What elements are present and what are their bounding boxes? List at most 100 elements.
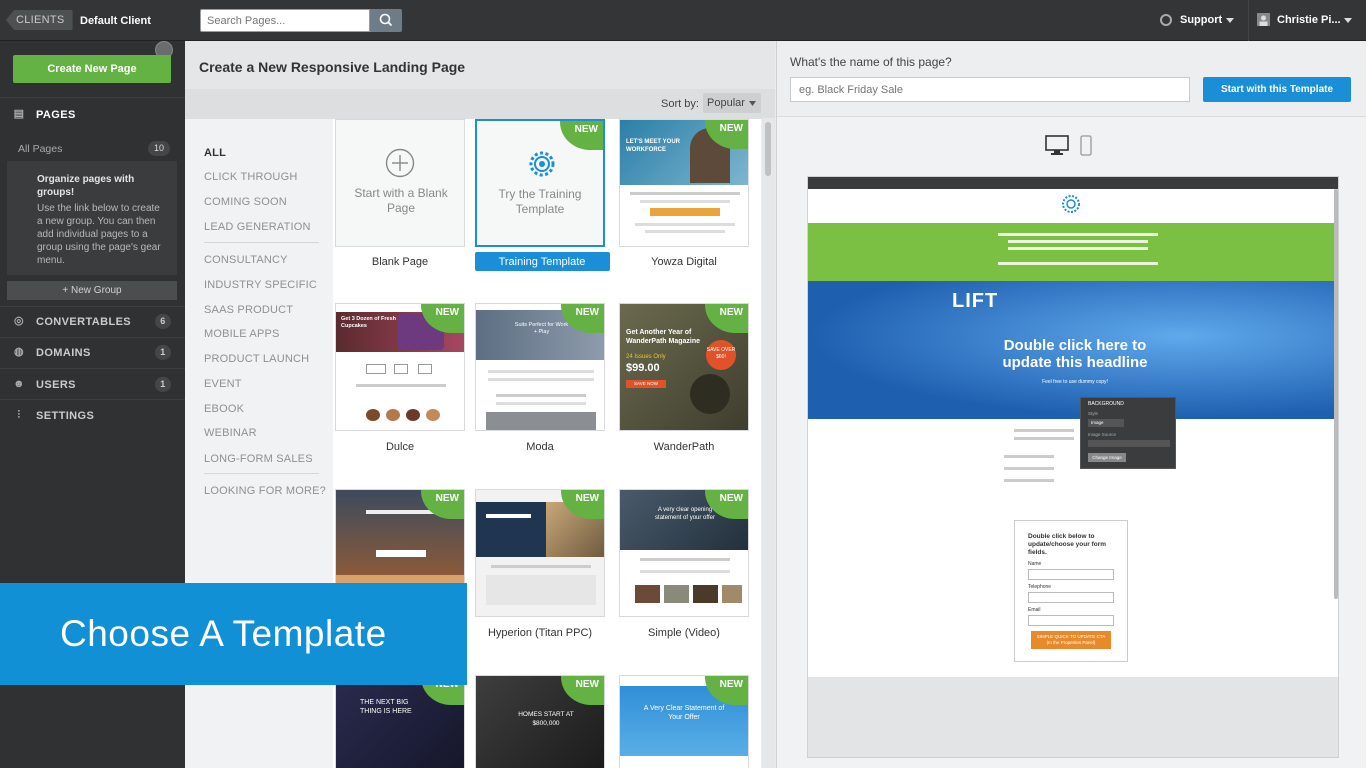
search-button[interactable] — [370, 9, 402, 32]
start-with-template-button[interactable]: Start with this Template — [1203, 77, 1351, 102]
template-row4-col1[interactable]: THE NEXT BIG THING IS HERE NEW — [335, 675, 465, 768]
clients-button[interactable]: CLIENTS — [6, 10, 73, 30]
globe-icon: ◍ — [14, 346, 24, 358]
template-name: Yowza Digital — [651, 256, 717, 268]
template-name: Dulce — [385, 441, 415, 453]
template-simple-video[interactable]: A very clear opening statement of your o… — [619, 489, 749, 617]
template-blank-page[interactable]: Start with a Blank Page — [335, 119, 465, 247]
template-name: Blank Page — [371, 256, 429, 268]
wander-thumb-sub: 24 Issues Only — [626, 354, 666, 360]
new-group-button[interactable]: + New Group — [7, 281, 177, 300]
panel-title: BACKGROUND — [1088, 401, 1124, 407]
category-industry-specific[interactable]: INDUSTRY SPECIFIC — [204, 279, 317, 291]
category-divider — [204, 473, 319, 474]
groups-text: Use the link below to create a new group… — [37, 203, 161, 266]
template-name: Simple (Video) — [648, 627, 720, 639]
preview-panel: What's the name of this page? Start with… — [776, 41, 1366, 768]
category-divider — [204, 242, 319, 243]
blank-page-text: Start with a Blank Page — [354, 186, 448, 215]
groups-title: Organize pages with groups! — [37, 174, 135, 198]
category-click-through[interactable]: CLICK THROUGH — [204, 171, 297, 183]
category-all[interactable]: ALL — [204, 147, 226, 159]
user-avatar-icon — [1257, 13, 1270, 26]
wander-thumb-save: SAVE OVER $60! — [706, 340, 736, 370]
category-coming-soon[interactable]: COMING SOON — [204, 196, 287, 208]
template-hyperion[interactable]: NEW — [475, 489, 605, 617]
simple-thumb-title: A very clear opening statement of your o… — [655, 507, 715, 521]
sidebar-item-label: SETTINGS — [36, 410, 95, 422]
category-consultancy[interactable]: CONSULTANCY — [204, 254, 288, 266]
yowza-thumb-title: LET'S MEET YOUR WORKFORCE — [626, 139, 680, 153]
category-mobile-apps[interactable]: MOBILE APPS — [204, 328, 280, 340]
template-wanderpath[interactable]: Get Another Year of WanderPath Magazine … — [619, 303, 749, 431]
category-event[interactable]: EVENT — [204, 378, 242, 390]
sidebar-item-all-pages[interactable]: All Pages 10 — [7, 137, 177, 159]
category-lead-generation[interactable]: LEAD GENERATION — [204, 221, 311, 233]
panel-style-label: Style — [1088, 411, 1099, 416]
sort-value: Popular — [707, 97, 745, 109]
form-cta: SIMPLE QUICK TO UPDATE CTA (In the Prope… — [1031, 631, 1111, 649]
groups-info-box: Organize pages with groups! Use the link… — [7, 161, 177, 275]
homes-thumb-title: HOMES START AT $800,000 — [518, 711, 574, 727]
sort-label: Sort by: — [661, 98, 699, 110]
sidebar-item-users[interactable]: ☻ USERS 1 — [0, 369, 185, 399]
sidebar-item-label: PAGES — [36, 109, 76, 121]
chevron-down-icon — [1344, 18, 1352, 23]
category-saas-product[interactable]: SAAS PRODUCT — [204, 304, 293, 316]
panel-style-value: Image — [1088, 419, 1124, 427]
category-looking-for-more[interactable]: LOOKING FOR MORE? — [204, 485, 326, 497]
page-name-bar: What's the name of this page? Start with… — [777, 41, 1366, 117]
category-long-form-sales[interactable]: LONG-FORM SALES — [204, 453, 313, 465]
sidebar-item-convertables[interactable]: ◎ CONVERTABLES 6 — [0, 306, 185, 336]
user-name: Christie Pi... — [1277, 14, 1341, 26]
scroll-thumb[interactable] — [765, 122, 771, 176]
top-bar: CLIENTS Default Client Support Christie … — [0, 0, 1366, 41]
template-dulce[interactable]: Get 3 Dozen of Fresh Cupcakes NEW — [335, 303, 465, 431]
template-moda[interactable]: Suits Perfect for Work + Play NEW — [475, 303, 605, 431]
page-name-input[interactable] — [790, 77, 1190, 102]
form-phone-label: Telephone — [1028, 584, 1052, 590]
support-icon — [1160, 14, 1172, 26]
sidebar-item-label: DOMAINS — [36, 347, 91, 359]
search-input[interactable] — [200, 9, 370, 32]
form-cta-sub: (In the Properties Panel) — [1046, 640, 1096, 645]
page-name-question: What's the name of this page? — [790, 55, 952, 69]
form-email-label: Email — [1028, 607, 1041, 613]
template-yowza-digital[interactable]: LET'S MEET YOUR WORKFORCE NEW — [619, 119, 749, 247]
training-text: Try the Training Template — [498, 187, 582, 216]
user-menu[interactable]: Christie Pi... — [1257, 0, 1357, 41]
template-name: Moda — [526, 441, 554, 453]
mobile-icon[interactable] — [1080, 135, 1092, 156]
desktop-icon[interactable] — [1045, 135, 1069, 156]
wander-thumb-title: Get Another Year of WanderPath Magazine — [626, 329, 701, 345]
preview-form: Double click below to update/choose your… — [1014, 520, 1128, 662]
sort-select[interactable]: Popular — [703, 93, 761, 113]
sidebar-item-pages[interactable]: ▤ PAGES — [0, 99, 185, 131]
create-new-page-button[interactable]: Create New Page — [13, 55, 171, 83]
choose-template-banner: Choose A Template — [0, 583, 467, 685]
support-menu[interactable]: Support — [1160, 0, 1240, 41]
template-scrollbar[interactable] — [762, 118, 775, 768]
template-row4-col3[interactable]: A Very Clear Statement of Your Offer NEW — [619, 675, 749, 768]
category-webinar[interactable]: WEBINAR — [204, 427, 257, 439]
support-label: Support — [1180, 14, 1223, 26]
template-name: WanderPath — [653, 441, 715, 453]
sidebar-item-domains[interactable]: ◍ DOMAINS 1 — [0, 337, 185, 367]
gear-icon — [1062, 195, 1080, 213]
template-training[interactable]: NEW Try the Training Template — [475, 119, 605, 247]
dulce-thumb-title: Get 3 Dozen of Fresh Cupcakes — [341, 316, 397, 329]
sidebar-item-settings[interactable]: ⫶ SETTINGS — [0, 400, 185, 430]
chevron-down-icon — [749, 101, 756, 106]
users-icon: ☻ — [13, 378, 25, 390]
category-ebook[interactable]: EBOOK — [204, 403, 244, 415]
moda-thumb-title: Suits Perfect for Work + Play — [514, 322, 569, 335]
form-name-label: Name — [1028, 561, 1042, 567]
sidebar-item-label: CONVERTABLES — [36, 316, 132, 328]
template-preview: LIFT Double click here to update this he… — [807, 176, 1339, 758]
preview-sub: Feel free to use dummy copy! — [1042, 379, 1108, 385]
category-product-launch[interactable]: PRODUCT LAUNCH — [204, 353, 309, 365]
panel-change-image: Change Image — [1088, 453, 1126, 462]
clear-thumb-title: A Very Clear Statement of Your Offer — [643, 705, 725, 721]
new-badge: NEW — [560, 121, 603, 150]
template-row4-col2[interactable]: HOMES START AT $800,000 NEW — [475, 675, 605, 768]
